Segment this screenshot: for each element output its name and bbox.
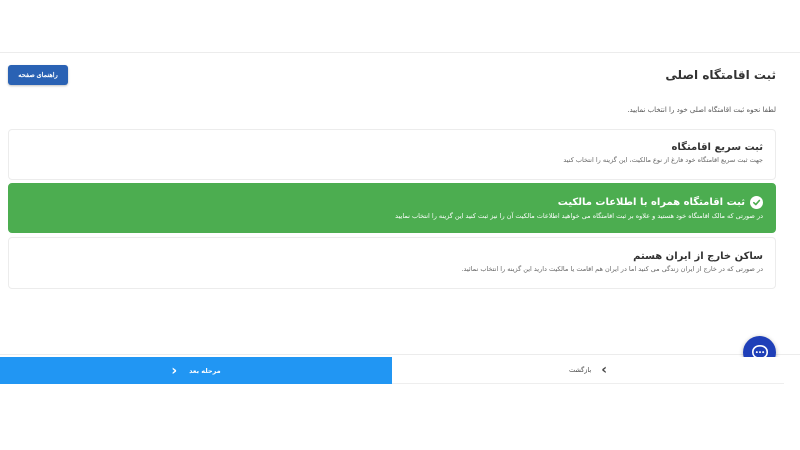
option-description: جهت ثبت سریع اقامتگاه خود فارغ از نوع ما… xyxy=(563,156,763,164)
option-title: ثبت سریع اقامتگاه xyxy=(671,142,763,153)
option-resident-abroad[interactable]: ساکن خارج از ایران هستم در صورتی که در خ… xyxy=(8,237,776,289)
page-title: ثبت اقامتگاه اصلی xyxy=(665,68,776,82)
chevron-left-icon: ‹ xyxy=(171,362,178,379)
back-button[interactable]: › بازگشت xyxy=(392,357,784,384)
option-title: ساکن خارج از ایران هستم xyxy=(633,251,763,262)
option-title: ثبت اقامتگاه همراه با اطلاعات مالکیت xyxy=(557,197,745,208)
page-help-button[interactable]: راهنمای صفحه xyxy=(8,65,68,85)
page-header: ثبت اقامتگاه اصلی راهنمای صفحه xyxy=(8,64,776,86)
check-circle-icon xyxy=(750,196,763,209)
instruction-text: لطفا نحوه ثبت اقامتگاه اصلی خود را انتخا… xyxy=(627,106,776,114)
chevron-right-icon: › xyxy=(601,362,607,378)
option-register-with-ownership[interactable]: ثبت اقامتگاه همراه با اطلاعات مالکیت در … xyxy=(8,183,776,233)
option-quick-register[interactable]: ثبت سریع اقامتگاه جهت ثبت سریع اقامتگاه … xyxy=(8,129,776,180)
wizard-footer: مرحله بعد ‹ › بازگشت xyxy=(0,357,784,384)
next-step-label: مرحله بعد xyxy=(189,366,221,375)
option-description: در صورتی که در خارج از ایران زندگی می کن… xyxy=(461,265,763,273)
next-step-button[interactable]: مرحله بعد ‹ xyxy=(0,357,392,384)
back-label: بازگشت xyxy=(569,366,592,374)
option-description: در صورتی که مالک اقامتگاه خود هستید و عل… xyxy=(395,212,763,220)
top-divider xyxy=(0,52,800,53)
footer-divider xyxy=(0,354,800,355)
